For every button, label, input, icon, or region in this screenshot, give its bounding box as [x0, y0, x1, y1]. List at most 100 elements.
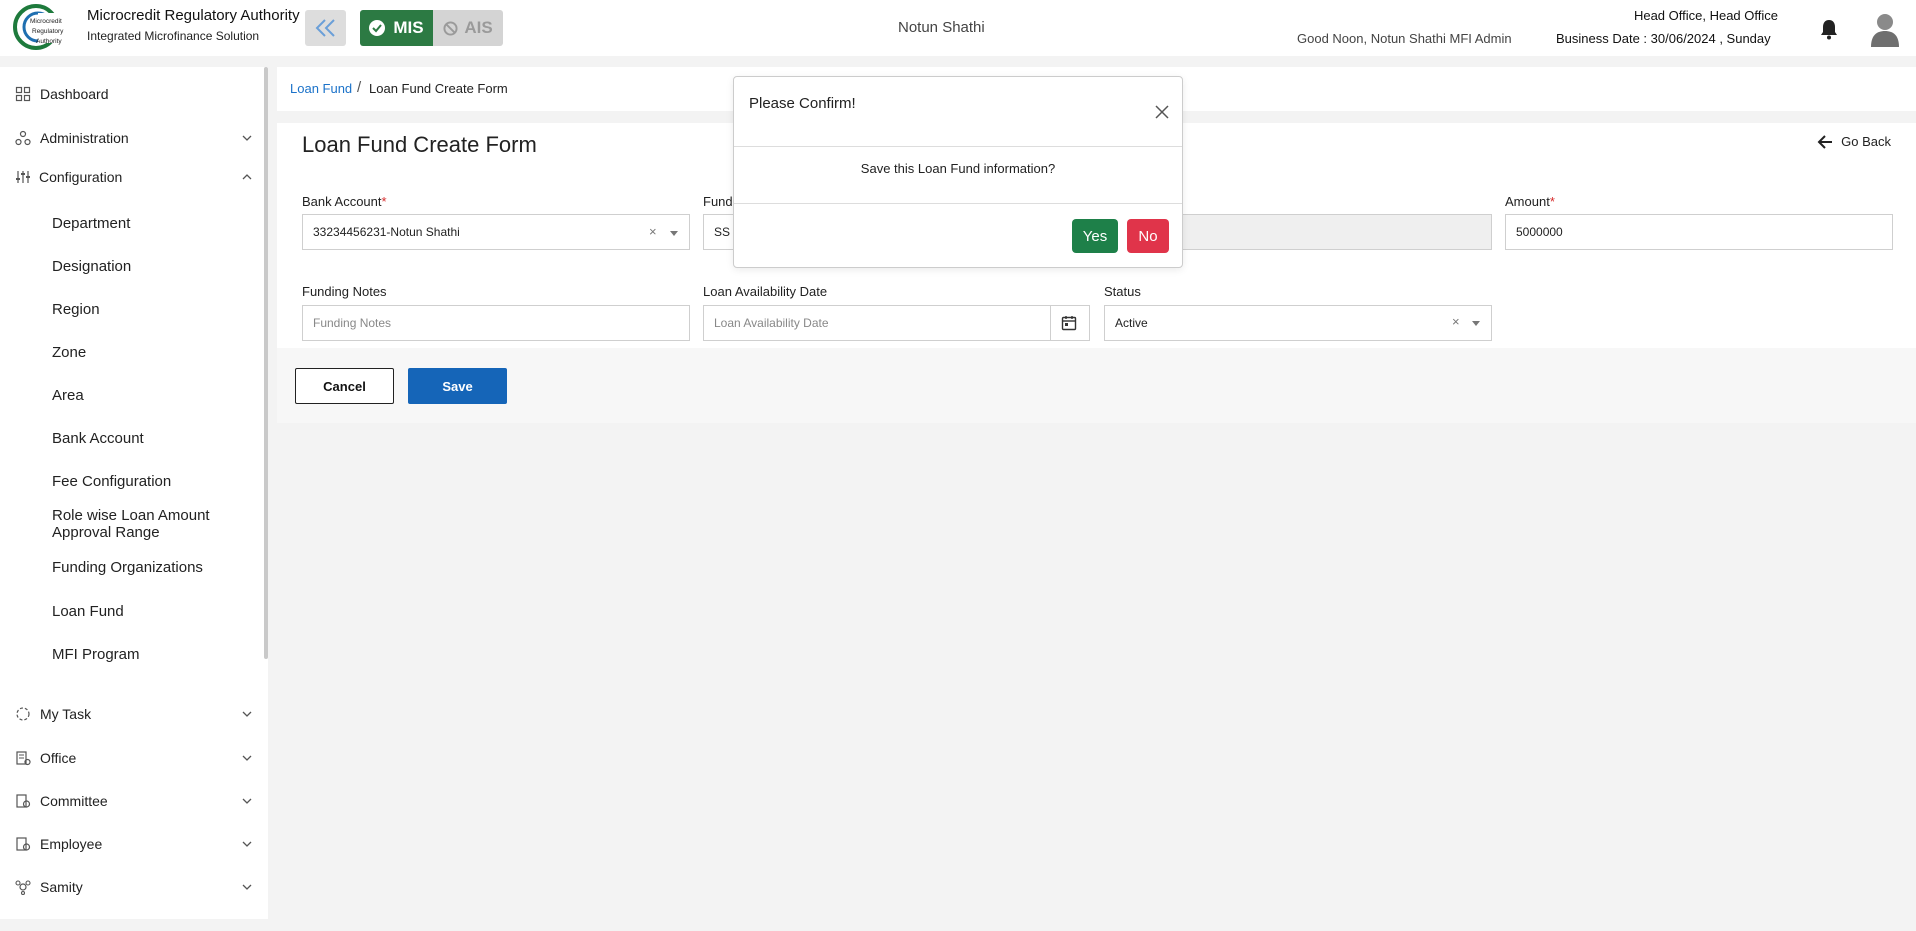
samity-icon — [15, 880, 31, 895]
sidebar-item-label: Dashboard — [40, 86, 109, 102]
task-icon — [16, 707, 30, 721]
clear-status-icon[interactable]: × — [1452, 314, 1460, 329]
sidebar-item-administration[interactable]: Administration — [0, 123, 262, 153]
sidebar-subitem-funding-organizations[interactable]: Funding Organizations — [52, 559, 203, 576]
mra-logo[interactable]: Microcredit Regulatory Authority — [12, 3, 78, 51]
status-label: Status — [1104, 284, 1141, 299]
sidebar-subitem-mfi-program[interactable]: MFI Program — [52, 646, 140, 663]
sidebar-item-label: Samity — [40, 879, 83, 895]
sidebar-item-label: My Task — [40, 706, 92, 722]
ban-icon — [443, 20, 458, 36]
svg-text:Authority: Authority — [36, 38, 62, 45]
status-select[interactable]: Active — [1104, 305, 1492, 341]
admin-icon — [15, 130, 31, 146]
user-avatar-icon[interactable] — [1869, 11, 1901, 47]
funding-notes-placeholder: Funding Notes — [313, 316, 392, 330]
close-icon[interactable] — [1154, 104, 1170, 120]
go-back-button[interactable]: Go Back — [1817, 134, 1891, 149]
check-circle-icon — [369, 20, 386, 36]
page-title: Loan Fund Create Form — [302, 132, 537, 157]
sliders-icon — [16, 171, 30, 183]
sidebar-item-dashboard[interactable]: Dashboard — [0, 79, 262, 109]
chevron-up-icon — [242, 174, 252, 180]
chevron-down-icon[interactable] — [1472, 321, 1480, 326]
amount-input[interactable]: 5000000 — [1505, 214, 1893, 250]
form-actions — [277, 348, 1916, 423]
chevron-down-icon — [242, 884, 252, 890]
sidebar-subitem-zone[interactable]: Zone — [52, 344, 86, 361]
sidebar-item-samity[interactable]: Samity — [0, 872, 262, 902]
double-chevron-left-icon — [315, 19, 335, 37]
save-button[interactable]: Save — [408, 368, 507, 404]
sidebar-subitem-role-loan-approval[interactable]: Role wise Loan Amount Approval Range — [52, 507, 232, 541]
sidebar-item-configuration[interactable]: Configuration — [0, 162, 262, 192]
sidebar-item-committee[interactable]: Committee — [0, 786, 262, 816]
svg-text:Regulatory: Regulatory — [32, 28, 64, 35]
sidebar-item-employee[interactable]: Employee — [0, 829, 262, 859]
bank-account-select[interactable]: 33234456231-Notun Shathi — [302, 214, 690, 250]
greeting-text: Good Noon, Notun Shathi MFI Admin — [1297, 31, 1512, 46]
sidebar-subitem-loan-fund[interactable]: Loan Fund — [52, 603, 124, 620]
funding-notes-label: Funding Notes — [302, 284, 387, 299]
confirm-dialog: Please Confirm! Save this Loan Fund info… — [733, 76, 1183, 268]
ais-toggle-button[interactable]: AIS — [433, 10, 503, 46]
dialog-divider — [734, 146, 1182, 147]
org-name: Microcredit Regulatory Authority — [87, 7, 300, 24]
chevron-down-icon[interactable] — [670, 231, 678, 236]
svg-text:Microcredit: Microcredit — [30, 18, 62, 25]
sidebar-subitem-bank-account[interactable]: Bank Account — [52, 430, 144, 447]
bank-account-label: Bank Account* — [302, 194, 387, 209]
funding-organization-select[interactable]: SS — [703, 214, 735, 250]
clear-bank-account-icon[interactable]: × — [649, 224, 657, 239]
dialog-title: Please Confirm! — [749, 95, 856, 112]
sidebar-subitem-region[interactable]: Region — [52, 301, 100, 318]
sidebar: Dashboard Administration Configuration D… — [0, 67, 268, 919]
dialog-message: Save this Loan Fund information? — [860, 161, 1056, 176]
calendar-button[interactable] — [1050, 305, 1086, 341]
bank-account-value: 33234456231-Notun Shathi — [313, 225, 460, 239]
no-button[interactable]: No — [1127, 219, 1169, 253]
yes-button[interactable]: Yes — [1072, 219, 1118, 253]
mis-toggle-button[interactable]: MIS — [360, 10, 433, 46]
ais-label: AIS — [464, 18, 493, 37]
sidebar-item-label: Employee — [40, 836, 103, 852]
sidebar-subitem-department[interactable]: Department — [52, 215, 130, 232]
breadcrumb-loan-fund-link[interactable]: Loan Fund — [290, 81, 352, 96]
sidebar-item-office[interactable]: Office — [0, 743, 262, 773]
sidebar-item-label: Office — [40, 750, 77, 766]
chevron-down-icon — [242, 755, 252, 761]
amount-label: Amount* — [1505, 194, 1555, 209]
sidebar-item-my-task[interactable]: My Task — [0, 699, 262, 729]
sidebar-scrollbar[interactable] — [264, 67, 268, 659]
mfi-name: Notun Shathi — [898, 19, 985, 36]
sidebar-subitem-designation[interactable]: Designation — [52, 258, 131, 275]
mis-label: MIS — [393, 18, 424, 37]
bell-icon[interactable] — [1819, 18, 1839, 40]
funding-value: SS — [714, 225, 731, 239]
breadcrumb-separator: / — [357, 79, 362, 96]
sidebar-subitem-area[interactable]: Area — [52, 387, 84, 404]
funding-label: Fundi — [703, 194, 736, 209]
business-date: Business Date : 30/06/2024 , Sunday — [1556, 31, 1771, 46]
office-icon — [16, 751, 31, 766]
grid-icon — [15, 86, 31, 102]
sidebar-item-label: Configuration — [39, 169, 123, 185]
availability-date-label: Loan Availability Date — [703, 284, 828, 299]
amount-value: 5000000 — [1516, 225, 1563, 239]
org-subtitle: Integrated Microfinance Solution — [87, 29, 260, 43]
committee-icon — [16, 794, 31, 808]
sidebar-collapse-button[interactable] — [305, 10, 346, 46]
funding-notes-input[interactable]: Funding Notes — [302, 305, 690, 341]
sidebar-item-label: Committee — [40, 793, 108, 809]
chevron-down-icon — [242, 798, 252, 804]
dialog-divider — [734, 203, 1182, 204]
sidebar-item-label: Administration — [40, 130, 129, 146]
calendar-icon — [1061, 316, 1076, 331]
chevron-down-icon — [242, 711, 252, 717]
cancel-button[interactable]: Cancel — [295, 368, 394, 404]
go-back-label: Go Back — [1841, 134, 1891, 149]
disabled-field — [1183, 214, 1492, 250]
employee-icon — [16, 837, 31, 851]
sidebar-subitem-fee-configuration[interactable]: Fee Configuration — [52, 473, 171, 490]
availability-date-input[interactable]: Loan Availability Date — [703, 305, 1090, 341]
